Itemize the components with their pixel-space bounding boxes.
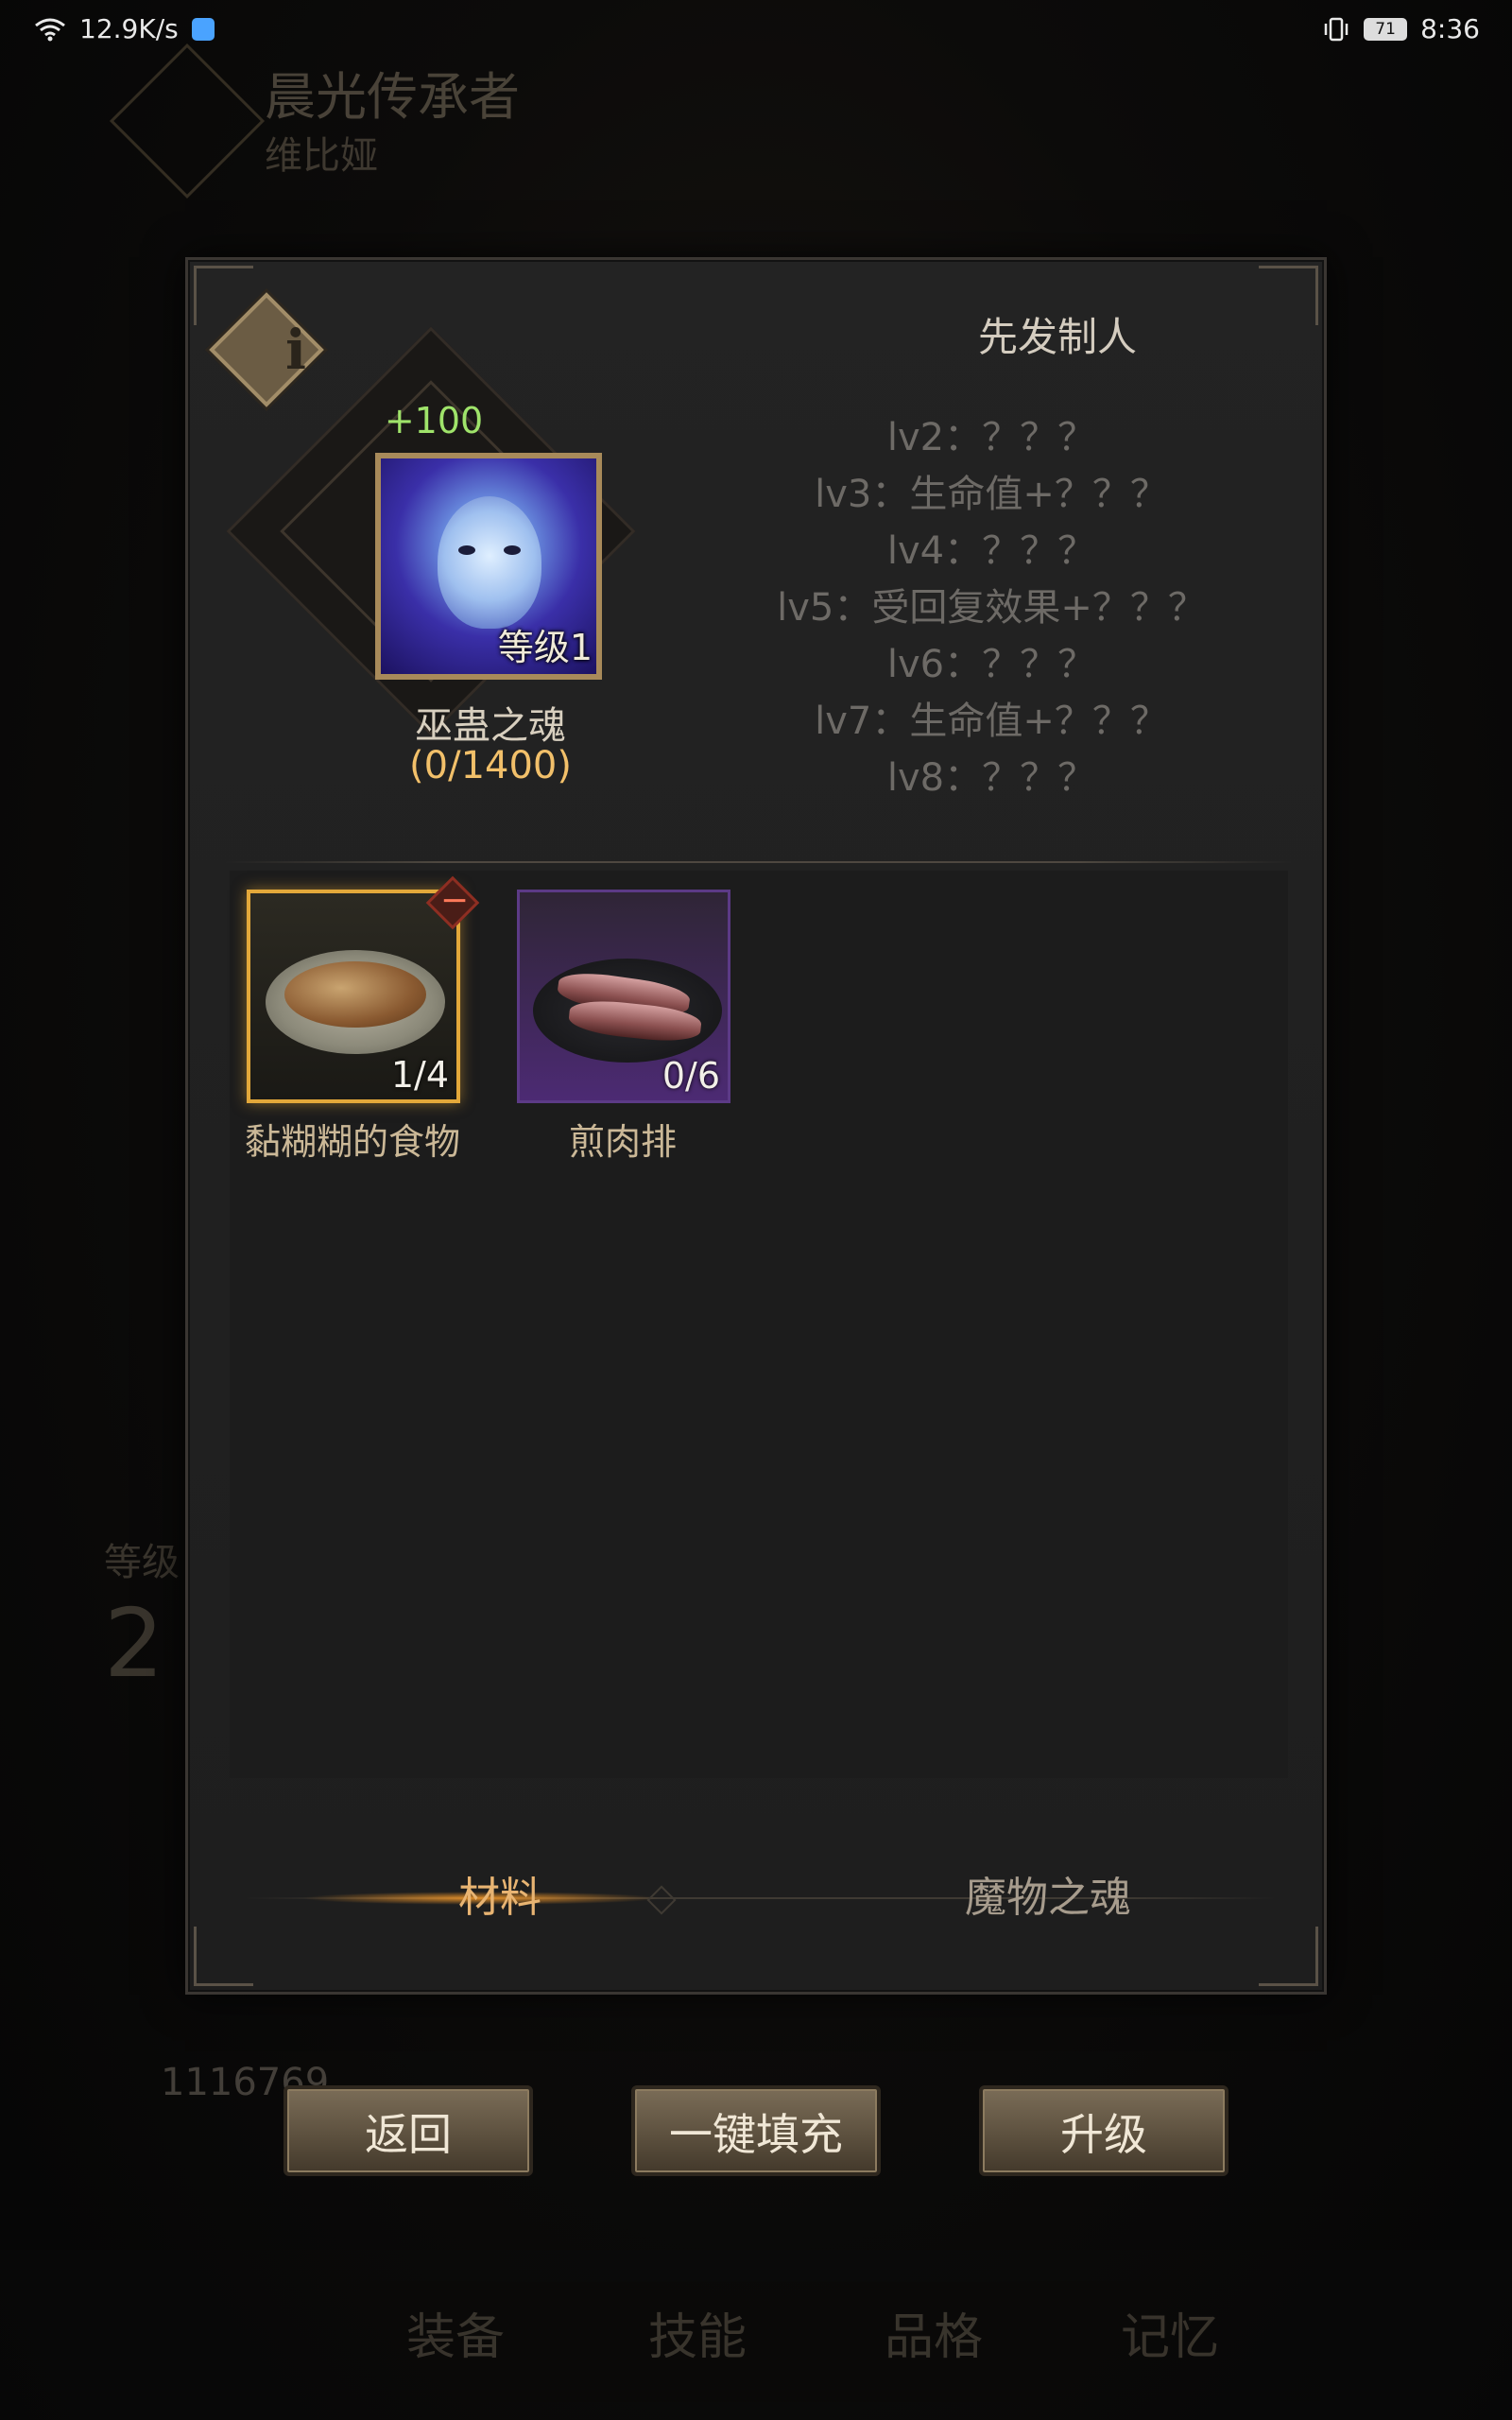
tab-materials[interactable]: 材料	[358, 1856, 642, 1941]
corner-ornament	[1259, 266, 1318, 325]
sticky-food-image	[284, 961, 426, 1028]
nav-tab-equipment[interactable]: 装备	[406, 2297, 505, 2368]
soul-level-tag: 等级1	[497, 627, 593, 668]
material-count: 1/4	[390, 1054, 449, 1096]
level-label: 等级	[104, 1541, 180, 1584]
auto-fill-button-label: 一键填充	[669, 2109, 843, 2160]
battery-icon: 71	[1364, 17, 1408, 41]
upgrade-button[interactable]: 升级	[979, 2085, 1228, 2176]
divider	[226, 861, 1292, 863]
back-button[interactable]: 返回	[284, 2085, 533, 2176]
material-slot-selected[interactable]: 1/4	[247, 890, 460, 1103]
level-effect: lv8：？？？	[886, 756, 1096, 800]
upgrade-button-label: 升级	[1060, 2109, 1147, 2160]
portrait-eye	[504, 545, 521, 555]
level-effect: lv2：？？？	[886, 416, 1096, 459]
info-icon[interactable]: i	[277, 317, 315, 383]
minus-icon[interactable]: −	[438, 882, 472, 920]
trait-title: 先发制人	[977, 314, 1137, 360]
material-count: 0/6	[662, 1055, 720, 1097]
clock: 8:36	[1420, 13, 1480, 44]
material-item[interactable]: 1/4 黏糊糊的食物	[245, 890, 466, 1165]
level-value: 2	[104, 1588, 164, 1699]
nav-tab-memory[interactable]: 记忆	[1121, 2297, 1219, 2368]
game-screen: 晨光传承者 维比娅 等级 2 1116769 装备 技能 品格 记忆 12.9K…	[0, 0, 1512, 2420]
soul-name: 巫蛊之魂	[415, 704, 566, 748]
material-name: 黏糊糊的食物	[244, 1121, 460, 1163]
portrait-eye	[458, 545, 475, 555]
character-name: 维比娅	[265, 134, 378, 178]
character-emblem-icon	[109, 43, 266, 199]
level-effects-list: lv2：？？？ lv3：生命值+？？？ lv4：？？？ lv5：受回复效果+？？…	[727, 409, 1256, 806]
back-button-label: 返回	[365, 2109, 452, 2160]
level-effect: lv6：？？？	[886, 643, 1096, 686]
experience-bonus: +100	[384, 400, 484, 441]
network-speed: 12.9K/s	[79, 13, 179, 44]
bottom-nav	[0, 2250, 1512, 2420]
character-title: 晨光传承者	[265, 67, 520, 127]
soul-progress: (0/1400)	[409, 744, 572, 787]
nav-tab-skills[interactable]: 技能	[648, 2297, 747, 2368]
tab-separator-icon	[646, 1885, 677, 1915]
tab-monster-souls[interactable]: 魔物之魂	[850, 1856, 1246, 1941]
soul-upgrade-dialog: i +100 等级1 巫蛊之魂 (0/1400) 先发制人 lv2：？？？ lv…	[185, 257, 1327, 1995]
auto-fill-button[interactable]: 一键填充	[631, 2085, 881, 2176]
vibrate-icon	[1324, 17, 1349, 41]
security-shield-icon	[191, 17, 215, 41]
material-slot[interactable]: 0/6	[517, 890, 730, 1103]
dialog-tabs: 材料 魔物之魂	[245, 1856, 1275, 1941]
battery-level: 71	[1375, 19, 1396, 39]
soul-portrait[interactable]: 等级1	[375, 453, 602, 680]
ghost-face-image	[438, 496, 541, 629]
level-effect: lv7：生命值+？？？	[815, 700, 1168, 743]
level-effect: lv3：生命值+？？？	[815, 473, 1168, 516]
wifi-icon	[35, 18, 65, 41]
status-bar: 12.9K/s 71 8:36	[0, 0, 1512, 59]
nav-tab-character[interactable]: 品格	[885, 2297, 983, 2368]
material-item[interactable]: 0/6 煎肉排	[517, 890, 736, 1165]
level-effect: lv4：？？？	[886, 529, 1096, 573]
material-name: 煎肉排	[568, 1121, 677, 1163]
level-effect: lv5：受回复效果+？？？	[777, 586, 1206, 630]
